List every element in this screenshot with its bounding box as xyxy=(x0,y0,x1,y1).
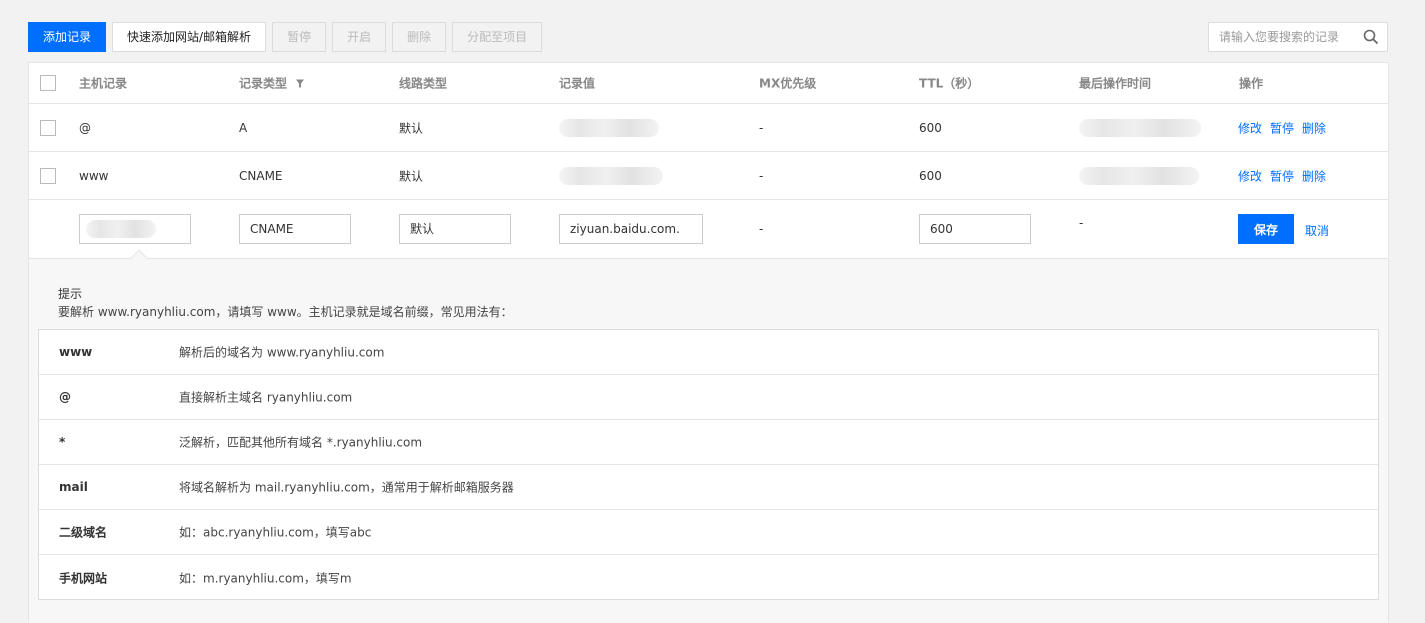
filter-icon[interactable] xyxy=(295,79,305,89)
line-select[interactable]: 默认 xyxy=(399,214,511,244)
save-button[interactable]: 保存 xyxy=(1238,214,1294,244)
search-box xyxy=(1208,22,1388,52)
select-all-checkbox[interactable] xyxy=(40,75,56,91)
line-cell: 默认 xyxy=(399,169,424,183)
edit-link[interactable]: 修改 xyxy=(1238,167,1262,184)
tip-key: mail xyxy=(59,480,88,494)
tip-panel: 提示 要解析 www.ryanyhliu.com，请填写 www。主机记录就是域… xyxy=(29,249,1388,623)
host-cell: @ xyxy=(79,120,91,135)
mx-cell: - xyxy=(759,120,764,135)
ttl-cell: 600 xyxy=(919,120,942,135)
column-type-label: 记录类型 xyxy=(239,76,288,91)
type-select[interactable]: CNAME xyxy=(239,214,351,244)
table-header: 主机记录 记录类型 线路类型 记录值 MX优先级 TTL（秒） 最后操作时间 操… xyxy=(29,63,1388,104)
column-updated: 最后操作时间 xyxy=(1079,76,1152,91)
row-checkbox[interactable] xyxy=(40,167,56,184)
column-ttl: TTL（秒） xyxy=(919,76,980,91)
tip-value: 将域名解析为 mail.ryanyhliu.com，通常用于解析邮箱服务器 xyxy=(179,480,514,495)
column-host: 主机记录 xyxy=(79,76,128,91)
ttl-field[interactable]: 600 xyxy=(919,214,1031,244)
ttl-cell: 600 xyxy=(919,168,942,183)
tip-value: 泛解析，匹配其他所有域名 *.ryanyhliu.com xyxy=(179,435,423,450)
tip-row: * 泛解析，匹配其他所有域名 *.ryanyhliu.com xyxy=(39,420,1378,465)
updated-redacted xyxy=(1079,118,1201,137)
edit-row: CNAME 默认 ziyuan.baidu.com. - 600 - 保存 取消 xyxy=(29,200,1388,259)
tip-value: 直接解析主域名 ryanyhliu.com xyxy=(179,390,353,405)
row-actions: 修改 暂停 删除 xyxy=(1238,119,1326,136)
tip-value: 解析后的域名为 www.ryanyhliu.com xyxy=(179,345,385,360)
records-table: 主机记录 记录类型 线路类型 记录值 MX优先级 TTL（秒） 最后操作时间 操… xyxy=(28,62,1389,623)
type-cell: A xyxy=(239,120,248,135)
column-ops: 操作 xyxy=(1239,76,1264,91)
pause-link[interactable]: 暂停 xyxy=(1270,119,1294,136)
search-icon[interactable] xyxy=(1357,23,1385,51)
edit-link[interactable]: 修改 xyxy=(1238,119,1262,136)
column-line: 线路类型 xyxy=(399,76,448,91)
add-record-button[interactable]: 添加记录 xyxy=(28,22,107,52)
host-value-redacted xyxy=(86,220,156,238)
enable-button[interactable]: 开启 xyxy=(332,22,387,52)
tip-table: www 解析后的域名为 www.ryanyhliu.com @ 直接解析主域名 … xyxy=(38,329,1379,600)
delete-button[interactable]: 删除 xyxy=(392,22,447,52)
search-input[interactable] xyxy=(1209,23,1357,51)
table-row: @ A 默认 - 600 修改 暂停 删除 xyxy=(29,104,1388,152)
column-type[interactable]: 记录类型 xyxy=(239,75,305,92)
host-cell: www xyxy=(79,168,109,183)
type-cell: CNAME xyxy=(239,168,283,183)
tip-row: www 解析后的域名为 www.ryanyhliu.com xyxy=(39,330,1378,375)
delete-link[interactable]: 删除 xyxy=(1302,167,1326,184)
tip-row: 二级域名 如：abc.ryanyhliu.com，填写abc xyxy=(39,510,1378,555)
column-mx: MX优先级 xyxy=(759,76,817,91)
tip-description: 要解析 www.ryanyhliu.com，请填写 www。主机记录就是域名前缀… xyxy=(58,305,513,319)
assign-project-button[interactable]: 分配至项目 xyxy=(452,22,543,52)
mx-cell: - xyxy=(759,222,764,236)
tip-row: @ 直接解析主域名 ryanyhliu.com xyxy=(39,375,1378,420)
pause-button[interactable]: 暂停 xyxy=(272,22,327,52)
tip-key: 手机网站 xyxy=(59,571,108,585)
table-row: www CNAME 默认 - 600 修改 暂停 删除 xyxy=(29,152,1388,200)
tip-key: @ xyxy=(59,390,71,404)
toolbar: 添加记录 快速添加网站/邮箱解析 暂停 开启 删除 分配至项目 xyxy=(28,22,543,52)
updated-redacted xyxy=(1079,166,1199,185)
tip-value: 如：abc.ryanyhliu.com，填写abc xyxy=(179,525,372,540)
value-field[interactable]: ziyuan.baidu.com. xyxy=(559,214,703,244)
cancel-link[interactable]: 取消 xyxy=(1305,222,1329,239)
row-checkbox[interactable] xyxy=(40,119,56,136)
column-value: 记录值 xyxy=(559,76,596,91)
row-actions: 修改 暂停 删除 xyxy=(1238,167,1326,184)
host-field[interactable] xyxy=(79,214,191,244)
tip-row: mail 将域名解析为 mail.ryanyhliu.com，通常用于解析邮箱服… xyxy=(39,465,1378,510)
tip-key: 二级域名 xyxy=(59,525,108,540)
tip-row: 手机网站 如：m.ryanyhliu.com，填写m xyxy=(39,555,1378,600)
delete-link[interactable]: 删除 xyxy=(1302,119,1326,136)
line-cell: 默认 xyxy=(399,121,424,135)
pause-link[interactable]: 暂停 xyxy=(1270,167,1294,184)
tip-value: 如：m.ryanyhliu.com，填写m xyxy=(179,571,352,585)
quick-add-button[interactable]: 快速添加网站/邮箱解析 xyxy=(112,22,267,52)
mx-cell: - xyxy=(759,168,764,183)
tip-key: www xyxy=(59,345,93,359)
tip-title: 提示 xyxy=(58,287,83,301)
tip-key: * xyxy=(59,435,66,449)
value-redacted xyxy=(559,118,659,137)
updated-cell: - xyxy=(1079,216,1084,230)
value-redacted xyxy=(559,166,663,185)
